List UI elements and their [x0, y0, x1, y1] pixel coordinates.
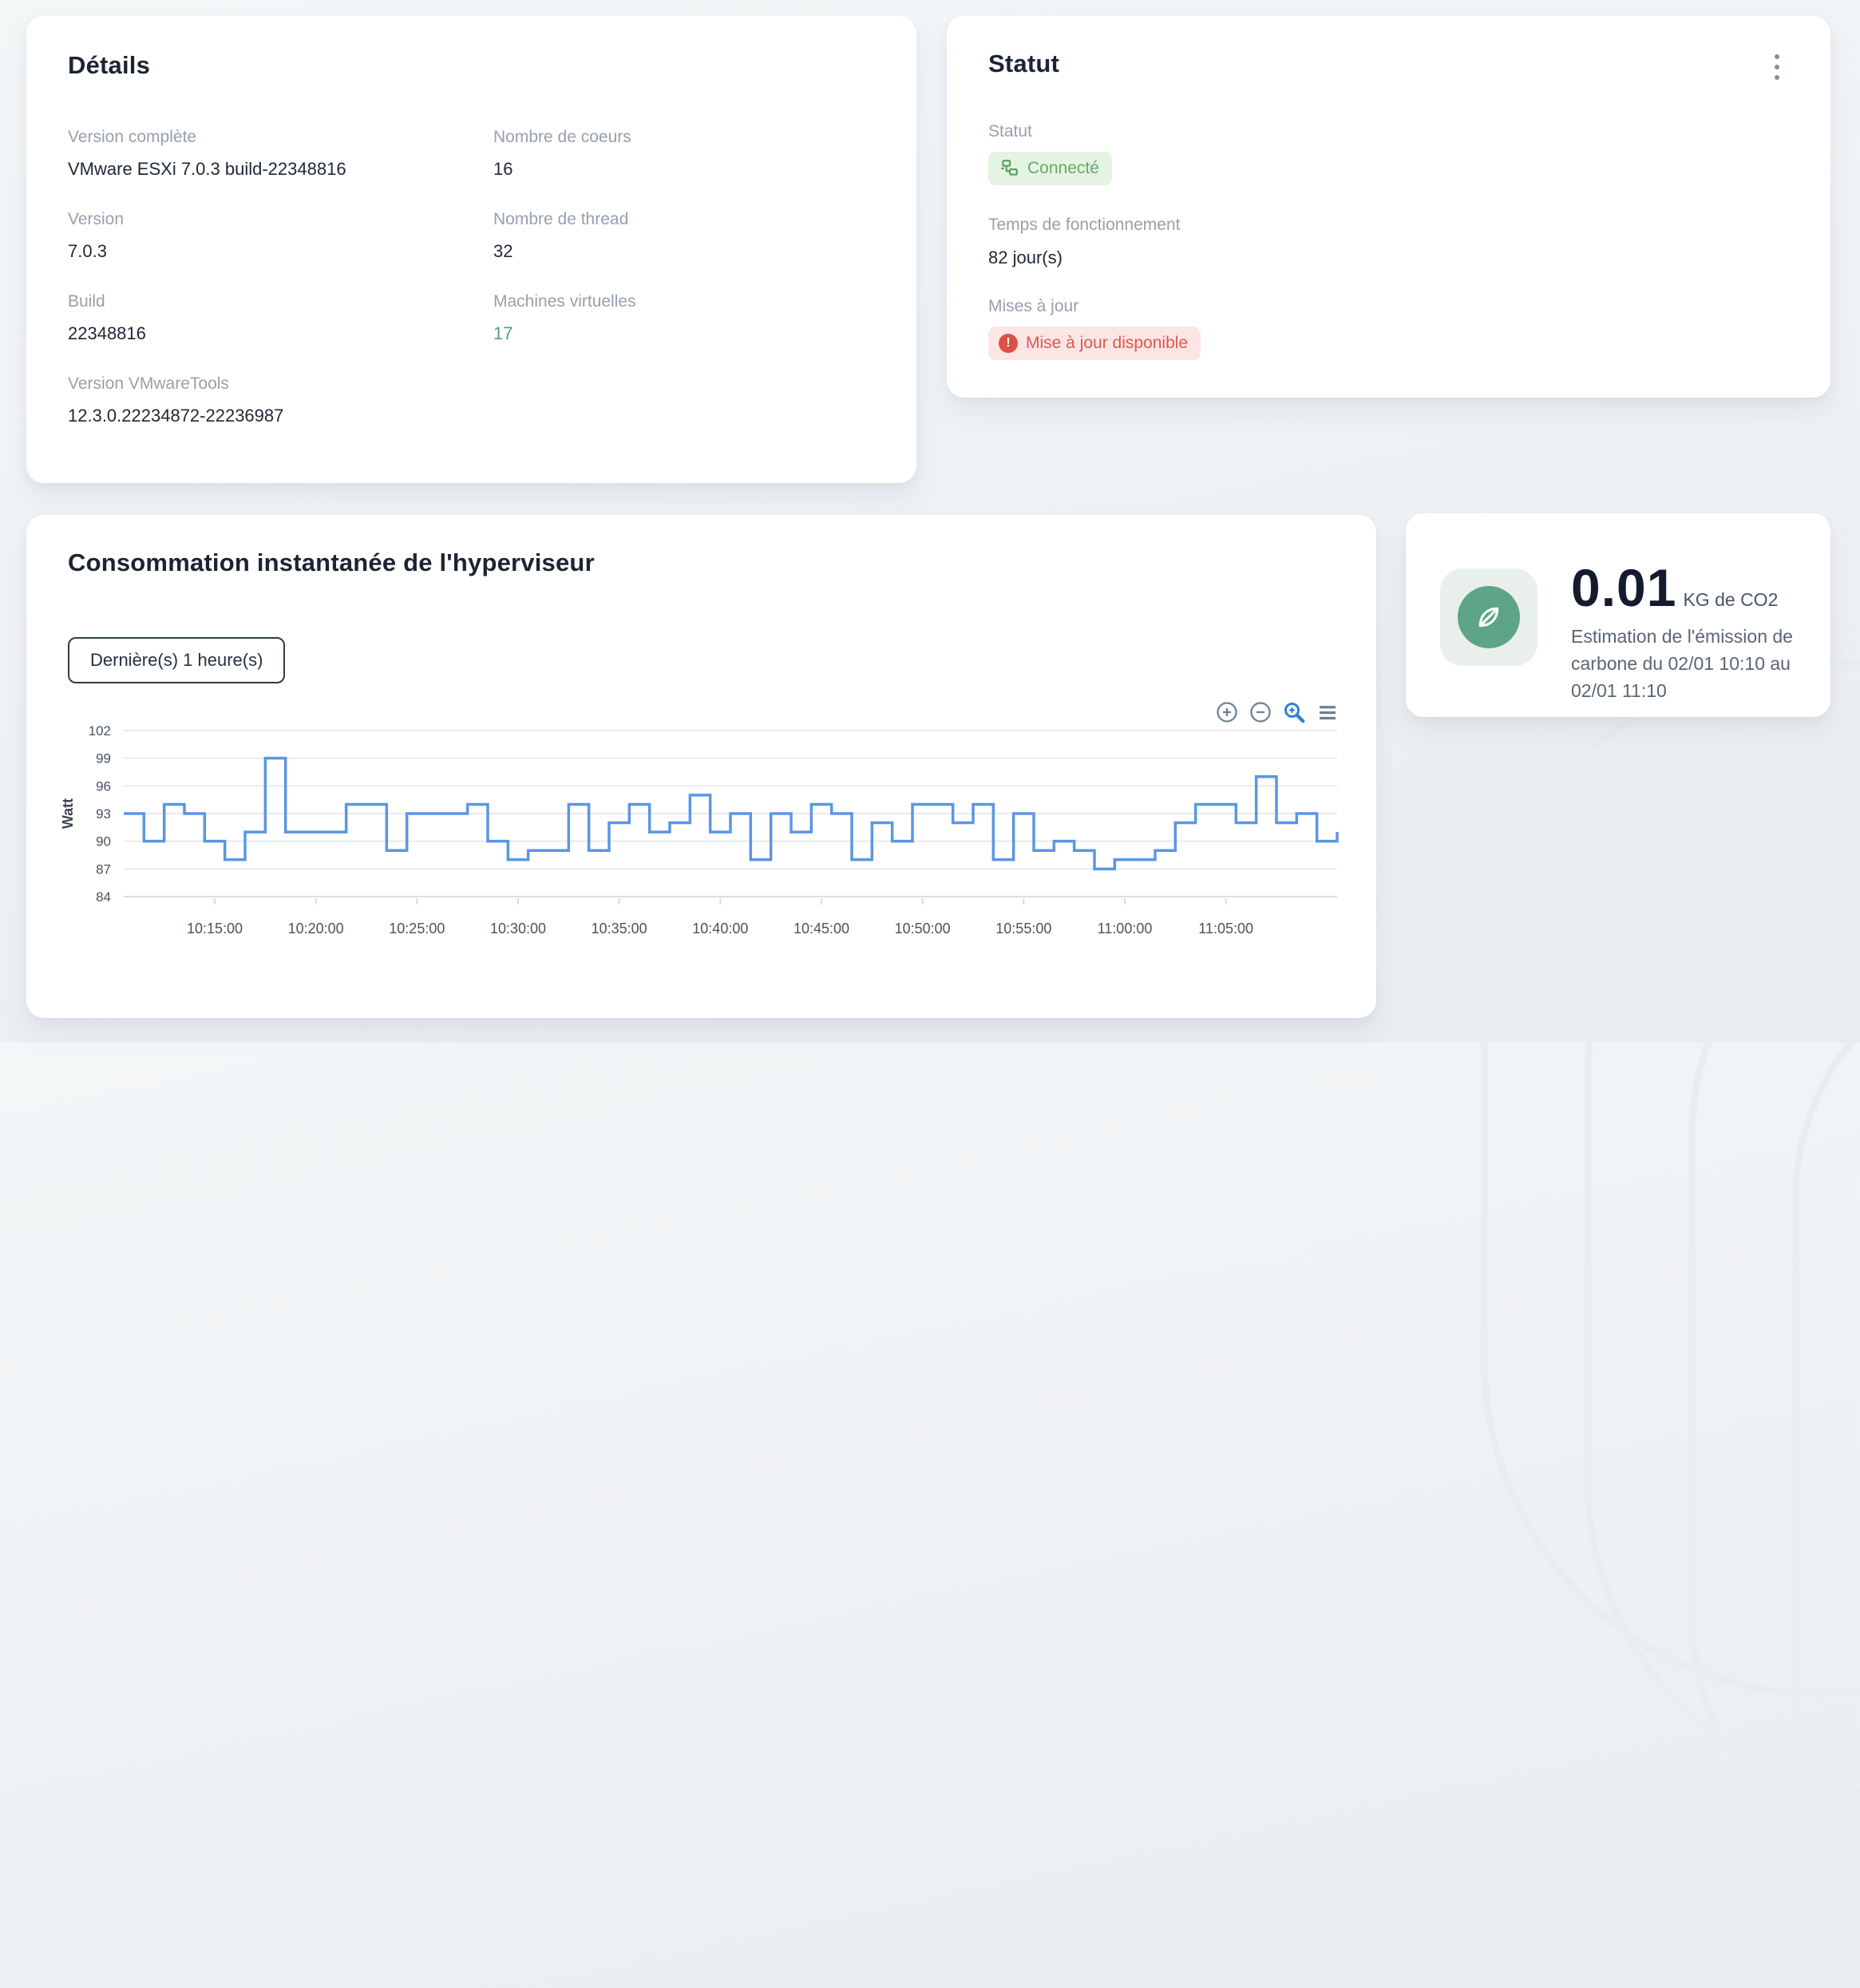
field-label: Version complète: [68, 128, 493, 147]
field-vmwaretools: Version VMwareTools 12.3.0.22234872-2223…: [68, 374, 493, 426]
co2-card: 0.01 KG de CO2 Estimation de l'émission …: [1406, 513, 1830, 717]
power-chart[interactable]: 102 99 96 93 90 87 84 10:15:00 10:20:00 10:25:00 1…: [42, 699, 1383, 1002]
svg-text:10:25:00: 10:25:00: [389, 921, 445, 937]
svg-text:10:20:00: 10:20:00: [288, 921, 344, 937]
svg-text:90: 90: [96, 834, 111, 849]
status-badge-label: Connecté: [1027, 158, 1099, 179]
svg-text:10:45:00: 10:45:00: [793, 921, 849, 937]
field-cores: Nombre de coeurs 16: [493, 128, 875, 180]
status-card: Statut Statut Connecté Temps de fonction…: [947, 16, 1830, 398]
updates-label: Mises à jour: [988, 297, 1789, 316]
background-ring: [1792, 950, 1860, 1988]
background-ring: [1585, 758, 1860, 1796]
uptime-label: Temps de fonctionnement: [988, 216, 1789, 235]
svg-text:10:30:00: 10:30:00: [490, 921, 546, 937]
update-badge-label: Mise à jour disponible: [1026, 333, 1188, 354]
field-value: 7.0.3: [68, 241, 493, 262]
svg-text:11:00:00: 11:00:00: [1098, 921, 1153, 937]
svg-text:87: 87: [96, 861, 111, 877]
svg-text:10:55:00: 10:55:00: [995, 921, 1051, 937]
field-value: 32: [493, 241, 875, 262]
uptime-value: 82 jour(s): [988, 248, 1789, 268]
field-label: Nombre de thread: [493, 210, 875, 229]
time-range-button[interactable]: Dernière(s) 1 heure(s): [68, 637, 285, 683]
field-label: Version: [68, 210, 493, 229]
field-value: 12.3.0.22234872-22236987: [68, 406, 493, 426]
svg-text:96: 96: [96, 778, 111, 794]
virtual-machines-link[interactable]: 17: [493, 323, 875, 344]
co2-unit: KG de CO2: [1683, 589, 1778, 611]
connected-icon: [999, 158, 1019, 179]
svg-text:10:50:00: 10:50:00: [895, 921, 951, 937]
field-label: Machines virtuelles: [493, 292, 875, 311]
co2-value: 0.01: [1571, 557, 1676, 618]
status-card-title: Statut: [988, 50, 1059, 78]
field-label: Version VMwareTools: [68, 374, 493, 394]
svg-text:10:35:00: 10:35:00: [592, 921, 647, 937]
background-ring: [1481, 659, 1860, 1697]
field-label: Nombre de coeurs: [493, 128, 875, 147]
field-virtual-machines: Machines virtuelles 17: [493, 292, 875, 344]
field-label: Build: [68, 292, 493, 311]
field-threads: Nombre de thread 32: [493, 210, 875, 262]
svg-text:93: 93: [96, 806, 111, 822]
update-badge: ! Mise à jour disponible: [988, 327, 1201, 360]
svg-text:11:05:00: 11:05:00: [1198, 921, 1253, 937]
leaf-tile: [1440, 568, 1537, 666]
kebab-menu-icon[interactable]: [1770, 50, 1784, 85]
field-value: VMware ESXi 7.0.3 build-22348816: [68, 159, 493, 180]
svg-text:84: 84: [96, 889, 111, 905]
background-ring: [1688, 856, 1860, 1894]
details-fields: Version complète VMware ESXi 7.0.3 build…: [68, 128, 875, 457]
power-chart-card: Consommation instantanée de l'hyperviseu…: [26, 515, 1376, 1018]
svg-text:Watt: Watt: [60, 798, 76, 829]
leaf-icon: [1458, 586, 1520, 648]
field-build: Build 22348816: [68, 292, 493, 344]
status-badge: Connecté: [988, 152, 1112, 185]
svg-text:99: 99: [96, 751, 111, 766]
svg-text:102: 102: [89, 723, 111, 739]
field-version-complete: Version complète VMware ESXi 7.0.3 build…: [68, 128, 493, 180]
co2-description: Estimation de l'émission de carbone du 0…: [1571, 623, 1811, 704]
alert-icon: !: [999, 334, 1018, 353]
field-value: 16: [493, 159, 875, 180]
details-card-title: Détails: [68, 51, 875, 80]
field-value: 22348816: [68, 323, 493, 344]
details-card: Détails Version complète VMware ESXi 7.0…: [26, 16, 916, 483]
field-version: Version 7.0.3: [68, 210, 493, 262]
chart-title: Consommation instantanée de l'hyperviseu…: [68, 548, 1335, 577]
svg-text:10:40:00: 10:40:00: [692, 921, 748, 937]
status-label: Statut: [988, 122, 1789, 141]
svg-text:10:15:00: 10:15:00: [187, 921, 243, 937]
